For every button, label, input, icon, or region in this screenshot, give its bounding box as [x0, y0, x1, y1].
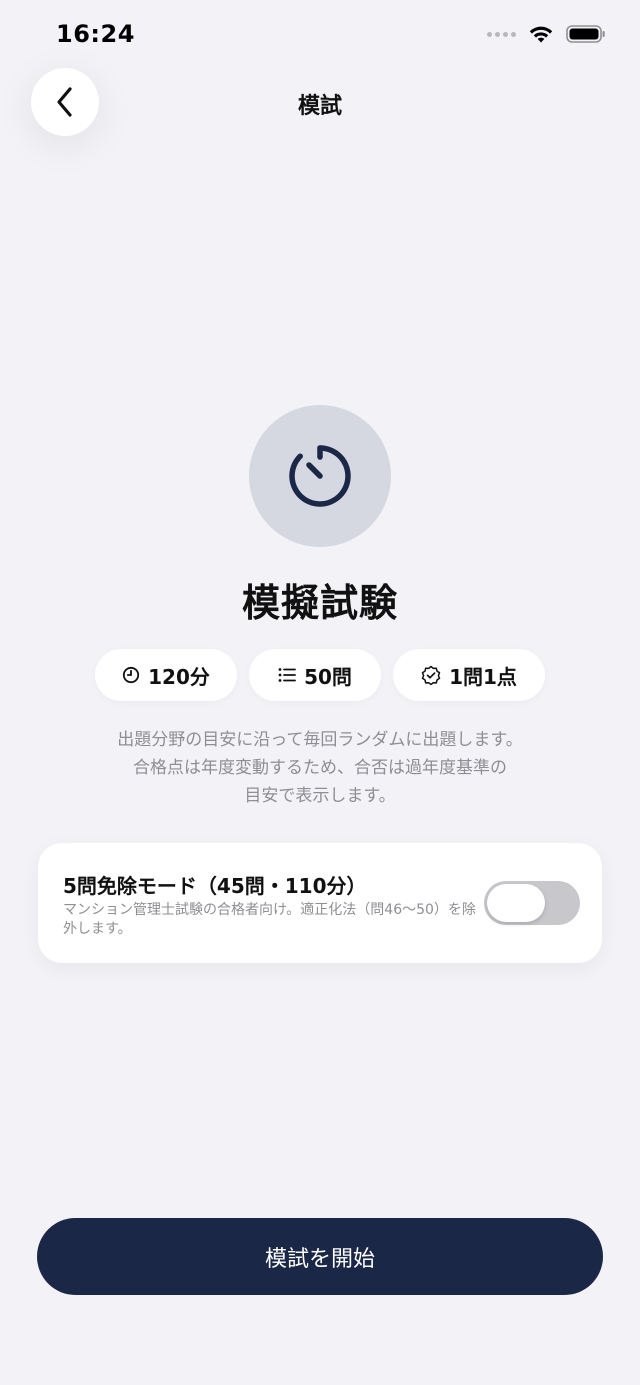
list-icon — [278, 668, 296, 682]
timer-icon — [289, 445, 351, 507]
exemption-mode-toggle[interactable] — [484, 881, 580, 925]
chip-scoring: 1問1点 — [393, 649, 545, 701]
status-indicators — [487, 24, 606, 44]
exemption-mode-description: マンション管理士試験の合格者向け。適正化法（問46〜50）を除外します。 — [63, 902, 476, 937]
wifi-icon — [529, 26, 553, 43]
exemption-mode-card: 5問免除モード（45問・110分） マンション管理士試験の合格者向け。適正化法（… — [38, 843, 602, 963]
battery-icon — [566, 25, 605, 43]
start-exam-button[interactable]: 模試を開始 — [37, 1218, 603, 1295]
chip-duration: 120分 — [95, 649, 237, 701]
navigation-bar: 模試 — [0, 66, 640, 138]
description-line: 合格点は年度変動するため、合否は過年度基準の — [133, 758, 507, 778]
description-line: 出題分野の目安に沿って毎回ランダムに出題します。 — [117, 730, 523, 750]
cellular-signal-icon — [487, 31, 516, 37]
toggle-knob — [487, 884, 545, 922]
hero-icon-circle — [249, 405, 391, 547]
status-bar: 16:24 — [0, 0, 640, 70]
info-chips: 120分 50問 1問1点 — [0, 649, 640, 701]
chip-scoring-label: 1問1点 — [449, 664, 517, 689]
page-title: 模試 — [297, 94, 342, 119]
hero-title: 模擬試験 — [241, 581, 398, 625]
clock-icon — [123, 666, 140, 684]
description-line: 目安で表示します。 — [244, 786, 396, 806]
exam-description: 出題分野の目安に沿って毎回ランダムに出題します。 合格点は年度変動するため、合否… — [80, 726, 560, 810]
status-time: 16:24 — [56, 20, 135, 48]
check-badge-icon — [421, 665, 441, 685]
chip-duration-label: 120分 — [148, 664, 210, 689]
chip-question-count: 50問 — [249, 649, 381, 701]
exemption-mode-title: 5問免除モード（45問・110分） — [63, 874, 367, 898]
chip-question-count-label: 50問 — [304, 664, 352, 689]
